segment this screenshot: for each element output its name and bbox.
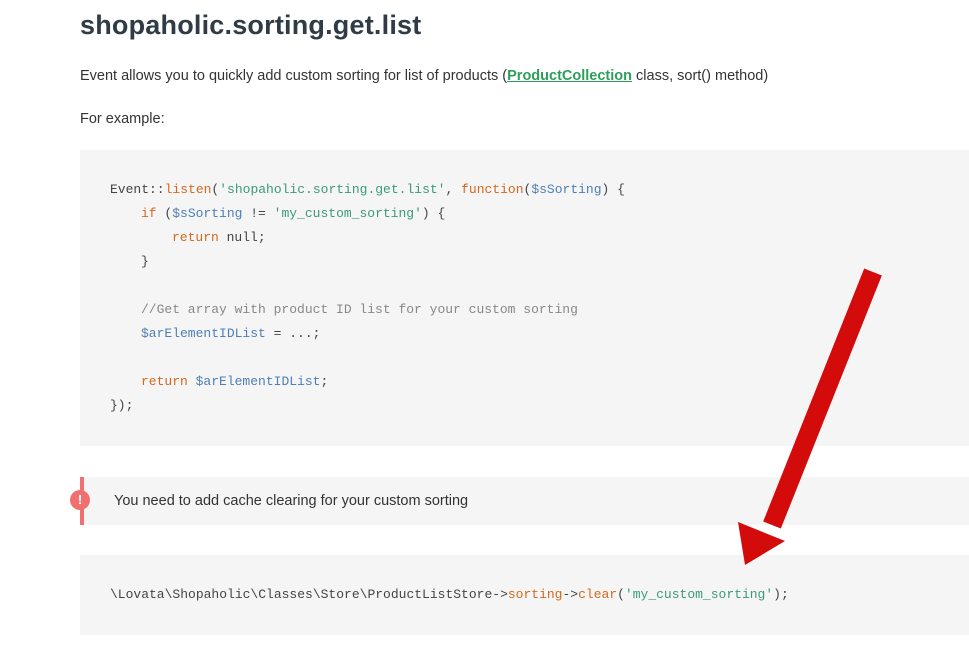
code-comment: //Get array with product ID list for you…	[141, 302, 578, 317]
code-line: $arElementIDList = ...;	[141, 326, 321, 341]
product-collection-link[interactable]: ProductCollection	[507, 68, 632, 84]
code-line: Event::listen('shopaholic.sorting.get.li…	[110, 182, 625, 197]
warning-icon: !	[70, 490, 90, 510]
code-line: });	[110, 398, 134, 413]
page-title: shopaholic.sorting.get.list	[80, 10, 422, 40]
code-block-clear[interactable]: \Lovata\Shopaholic\Classes\Store\Product…	[80, 555, 969, 635]
code-line: return null;	[172, 230, 266, 245]
warning-callout: ! You need to add cache clearing for you…	[70, 477, 969, 525]
intro-before: Event allows you to quickly add custom s…	[80, 68, 508, 84]
warning-text: You need to add cache clearing for your …	[114, 493, 469, 509]
intro-after: class, sort() method)	[632, 68, 769, 84]
intro-text: Event allows you to quickly add custom s…	[80, 68, 768, 84]
code-line: return $arElementIDList;	[141, 374, 329, 389]
code-line: \Lovata\Shopaholic\Classes\Store\Product…	[110, 587, 789, 602]
code-line: if ($sSorting != 'my_custom_sorting') {	[141, 206, 446, 221]
code-line: }	[141, 254, 149, 269]
example-label: For example:	[80, 111, 165, 127]
code-block-listen[interactable]: Event::listen('shopaholic.sorting.get.li…	[80, 150, 969, 446]
